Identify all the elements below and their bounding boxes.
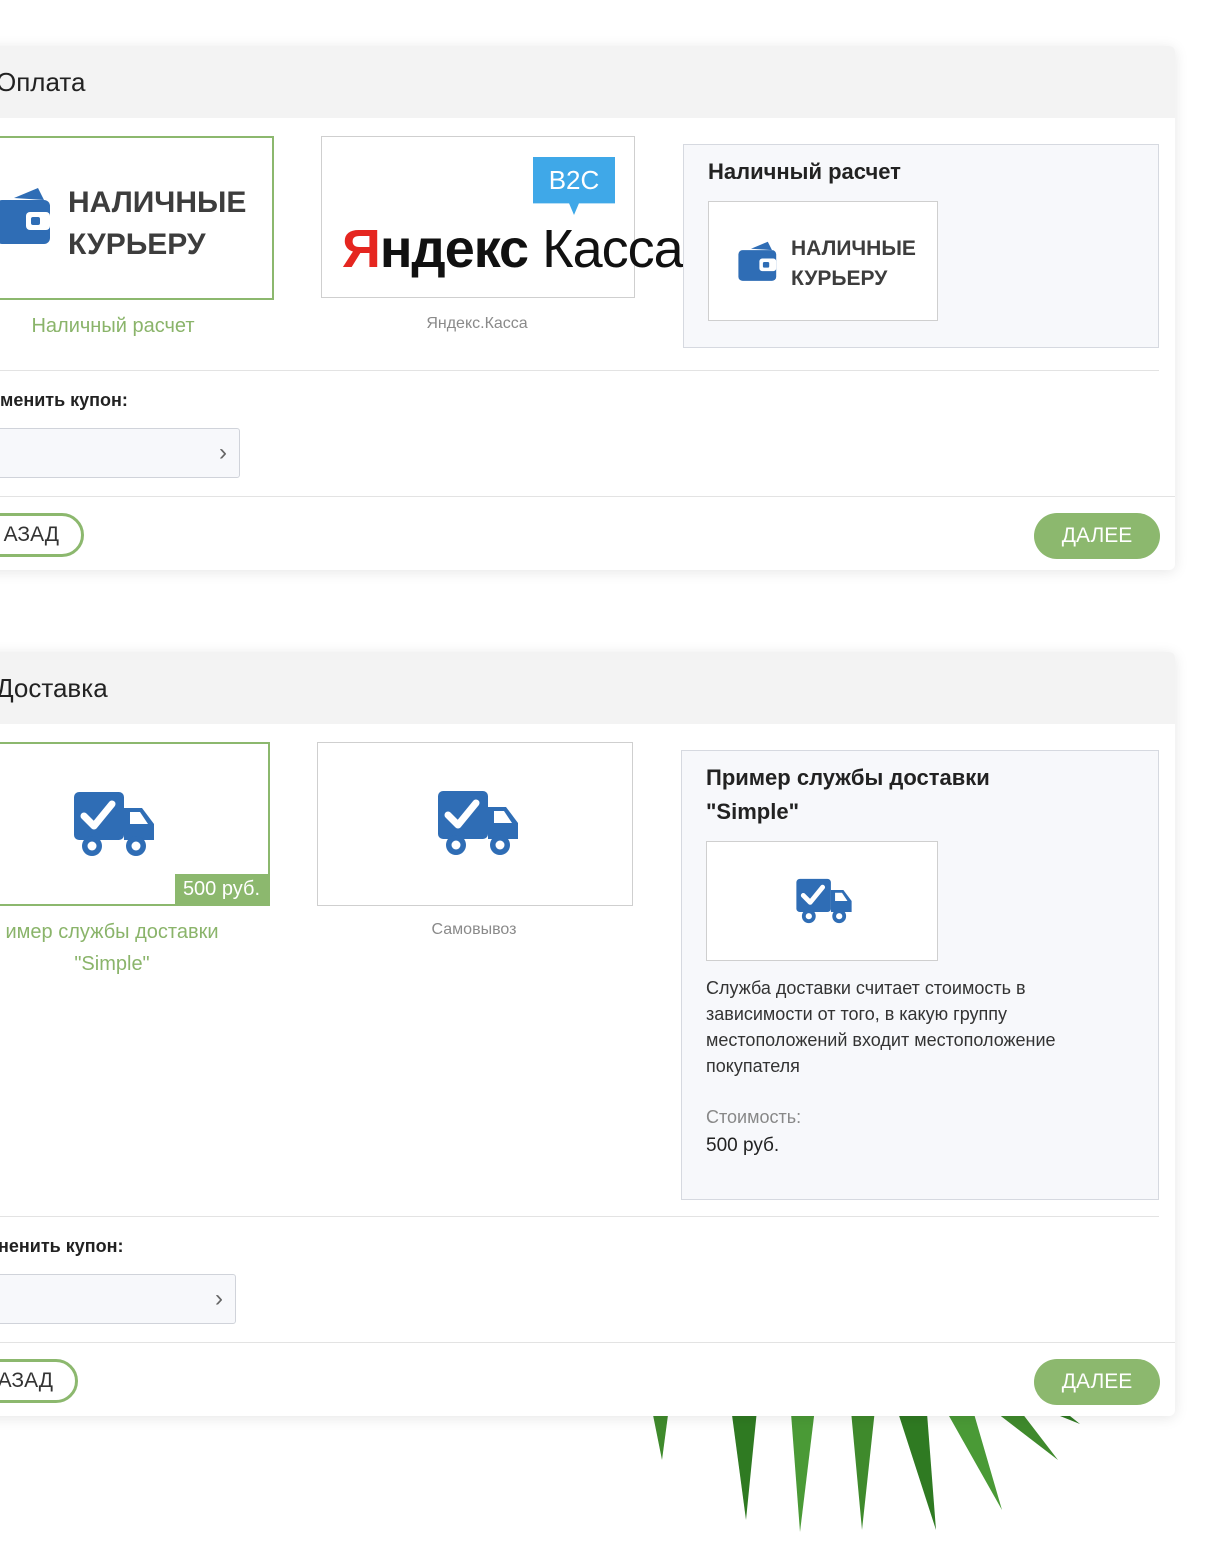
divider (0, 1342, 1175, 1343)
payment-option-yandex-label[interactable]: Яндекс.Касса (321, 308, 633, 340)
delivery-description: Служба доставки считает стоимость в зави… (706, 978, 1056, 1076)
wallet-icon (738, 241, 777, 281)
payment-panel: Оплата НАЛИЧНЫЕ КУРЬЕРУ Наличный расчет … (0, 46, 1175, 570)
delivery-title: Доставка (0, 652, 1175, 724)
delivery-info-title: Пример службы доставки "Simple" (706, 761, 990, 829)
coupon-label: ненить купон: (0, 1236, 124, 1256)
payment-info-thumbnail: НАЛИЧНЫЕ КУРЬЕРУ (708, 201, 938, 321)
cost-label: Стоимость: (706, 1107, 802, 1127)
delivery-truck-icon (796, 878, 852, 924)
b2c-badge-text: B2C (548, 165, 600, 195)
wallet-icon (0, 188, 50, 244)
delivery-option-simple-label-line2: "Simple" (74, 953, 150, 975)
delivery-option-pickup-label[interactable]: Самовывоз (317, 914, 631, 946)
yandex-logo-letter: Я (342, 219, 381, 279)
payment-option-yandex[interactable]: B2C Яндекс Касса (321, 136, 684, 298)
payment-option-cash-label[interactable]: Наличный расчет (0, 310, 256, 342)
delivery-panel: Доставка 500 руб. имер службы доставки "… (0, 652, 1175, 1416)
delivery-info-title-line2: "Simple" (706, 799, 799, 824)
chevron-right-icon[interactable]: › (215, 1285, 223, 1313)
cash-logo-line1: НАЛИЧНЫЕ (68, 186, 247, 219)
delivery-option-pickup[interactable] (317, 742, 633, 906)
divider (0, 496, 1175, 497)
b2c-badge: B2C (533, 157, 615, 215)
delivery-info-thumbnail (706, 841, 938, 961)
cash-logo-line2: КУРЬЕРУ (68, 228, 206, 261)
coupon-input[interactable]: › (0, 428, 240, 478)
payment-info-title: Наличный расчет (708, 159, 901, 184)
delivery-option-simple-label[interactable]: имер службы доставки "Simple" (0, 916, 254, 980)
coupon-label: менить купон: (0, 390, 128, 410)
thumb-logo-line1: НАЛИЧНЫЕ (791, 237, 916, 260)
payment-info-box: Наличный расчет НАЛИЧНЫЕ КУРЬЕРУ (683, 144, 1159, 348)
divider (0, 1216, 1159, 1217)
next-button[interactable]: ДАЛЕЕ (1034, 1359, 1160, 1405)
delivery-info-title-line1: Пример службы доставки (706, 765, 990, 790)
chevron-right-icon[interactable]: › (219, 439, 227, 467)
next-button[interactable]: ДАЛЕЕ (1034, 513, 1160, 559)
payment-option-cash[interactable]: НАЛИЧНЫЕ КУРЬЕРУ (0, 136, 274, 300)
coupon-input[interactable]: › (0, 1274, 236, 1324)
yandex-logo-word: ндекс (379, 219, 529, 279)
delivery-option-simple[interactable]: 500 руб. (0, 742, 270, 906)
delivery-info-box: Пример службы доставки "Simple" Служба д… (681, 750, 1159, 1200)
price-tag: 500 руб. (174, 874, 268, 904)
delivery-truck-icon (74, 792, 154, 856)
payment-title: Оплата (0, 46, 1175, 118)
yandex-kassa-logo: Яндекс Касса (342, 217, 684, 281)
thumb-logo-line2: КУРЬЕРУ (791, 267, 888, 290)
cost-value: 500 руб. (706, 1135, 780, 1156)
back-button[interactable]: АЗАД (0, 513, 84, 557)
back-button[interactable]: АЗАД (0, 1359, 78, 1403)
divider (0, 370, 1159, 371)
delivery-option-simple-label-line1: имер службы доставки (5, 921, 219, 943)
delivery-truck-icon (438, 791, 518, 855)
kassa-logo-word: Касса (542, 219, 684, 279)
